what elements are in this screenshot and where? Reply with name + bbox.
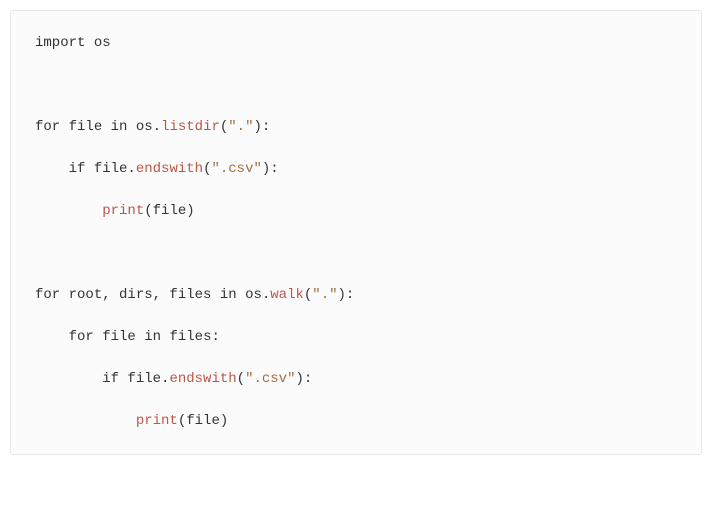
indent (35, 413, 136, 429)
code-line: for file in os.listdir("."): (35, 117, 677, 138)
keyword: for (35, 287, 60, 303)
code-line: if file.endswith(".csv"): (35, 159, 677, 180)
code-text: ): (262, 161, 279, 177)
code-line: for file in files: (35, 327, 677, 348)
code-line: if file.endswith(".csv"): (35, 369, 677, 390)
indent (35, 203, 102, 219)
code-text: (file) (178, 413, 228, 429)
code-line-blank (35, 243, 677, 264)
code-text: (file) (144, 203, 194, 219)
function-name: endswith (136, 161, 203, 177)
keyword: if (102, 371, 119, 387)
keyword: for (35, 119, 60, 135)
code-block: import os for file in os.listdir("."): i… (10, 10, 702, 455)
function-name: print (136, 413, 178, 429)
indent (35, 371, 102, 387)
indent (35, 329, 69, 345)
keyword: if (69, 161, 86, 177)
keyword: in (111, 119, 128, 135)
code-text: file. (85, 161, 135, 177)
code-text: file (94, 329, 144, 345)
indent (35, 161, 69, 177)
function-name: endswith (169, 371, 236, 387)
code-text: root, dirs, files (60, 287, 220, 303)
keyword: in (220, 287, 237, 303)
string-literal: "." (228, 119, 253, 135)
code-line: print(file) (35, 411, 677, 432)
function-name: print (102, 203, 144, 219)
code-text: ): (296, 371, 313, 387)
keyword: import (35, 35, 85, 51)
function-name: listdir (161, 119, 220, 135)
string-literal: "." (312, 287, 337, 303)
code-line: print(file) (35, 201, 677, 222)
code-text: file. (119, 371, 169, 387)
code-line: import os (35, 33, 677, 54)
code-text: os. (127, 119, 161, 135)
code-text: os. (237, 287, 271, 303)
code-line-blank (35, 75, 677, 96)
code-line: for root, dirs, files in os.walk("."): (35, 285, 677, 306)
code-text: ): (254, 119, 271, 135)
function-name: walk (270, 287, 304, 303)
code-text: os (85, 35, 110, 51)
keyword: for (69, 329, 94, 345)
code-text: ): (338, 287, 355, 303)
code-text: ( (237, 371, 245, 387)
code-text: files: (161, 329, 220, 345)
code-text: file (60, 119, 110, 135)
keyword: in (144, 329, 161, 345)
string-literal: ".csv" (245, 371, 295, 387)
string-literal: ".csv" (211, 161, 261, 177)
